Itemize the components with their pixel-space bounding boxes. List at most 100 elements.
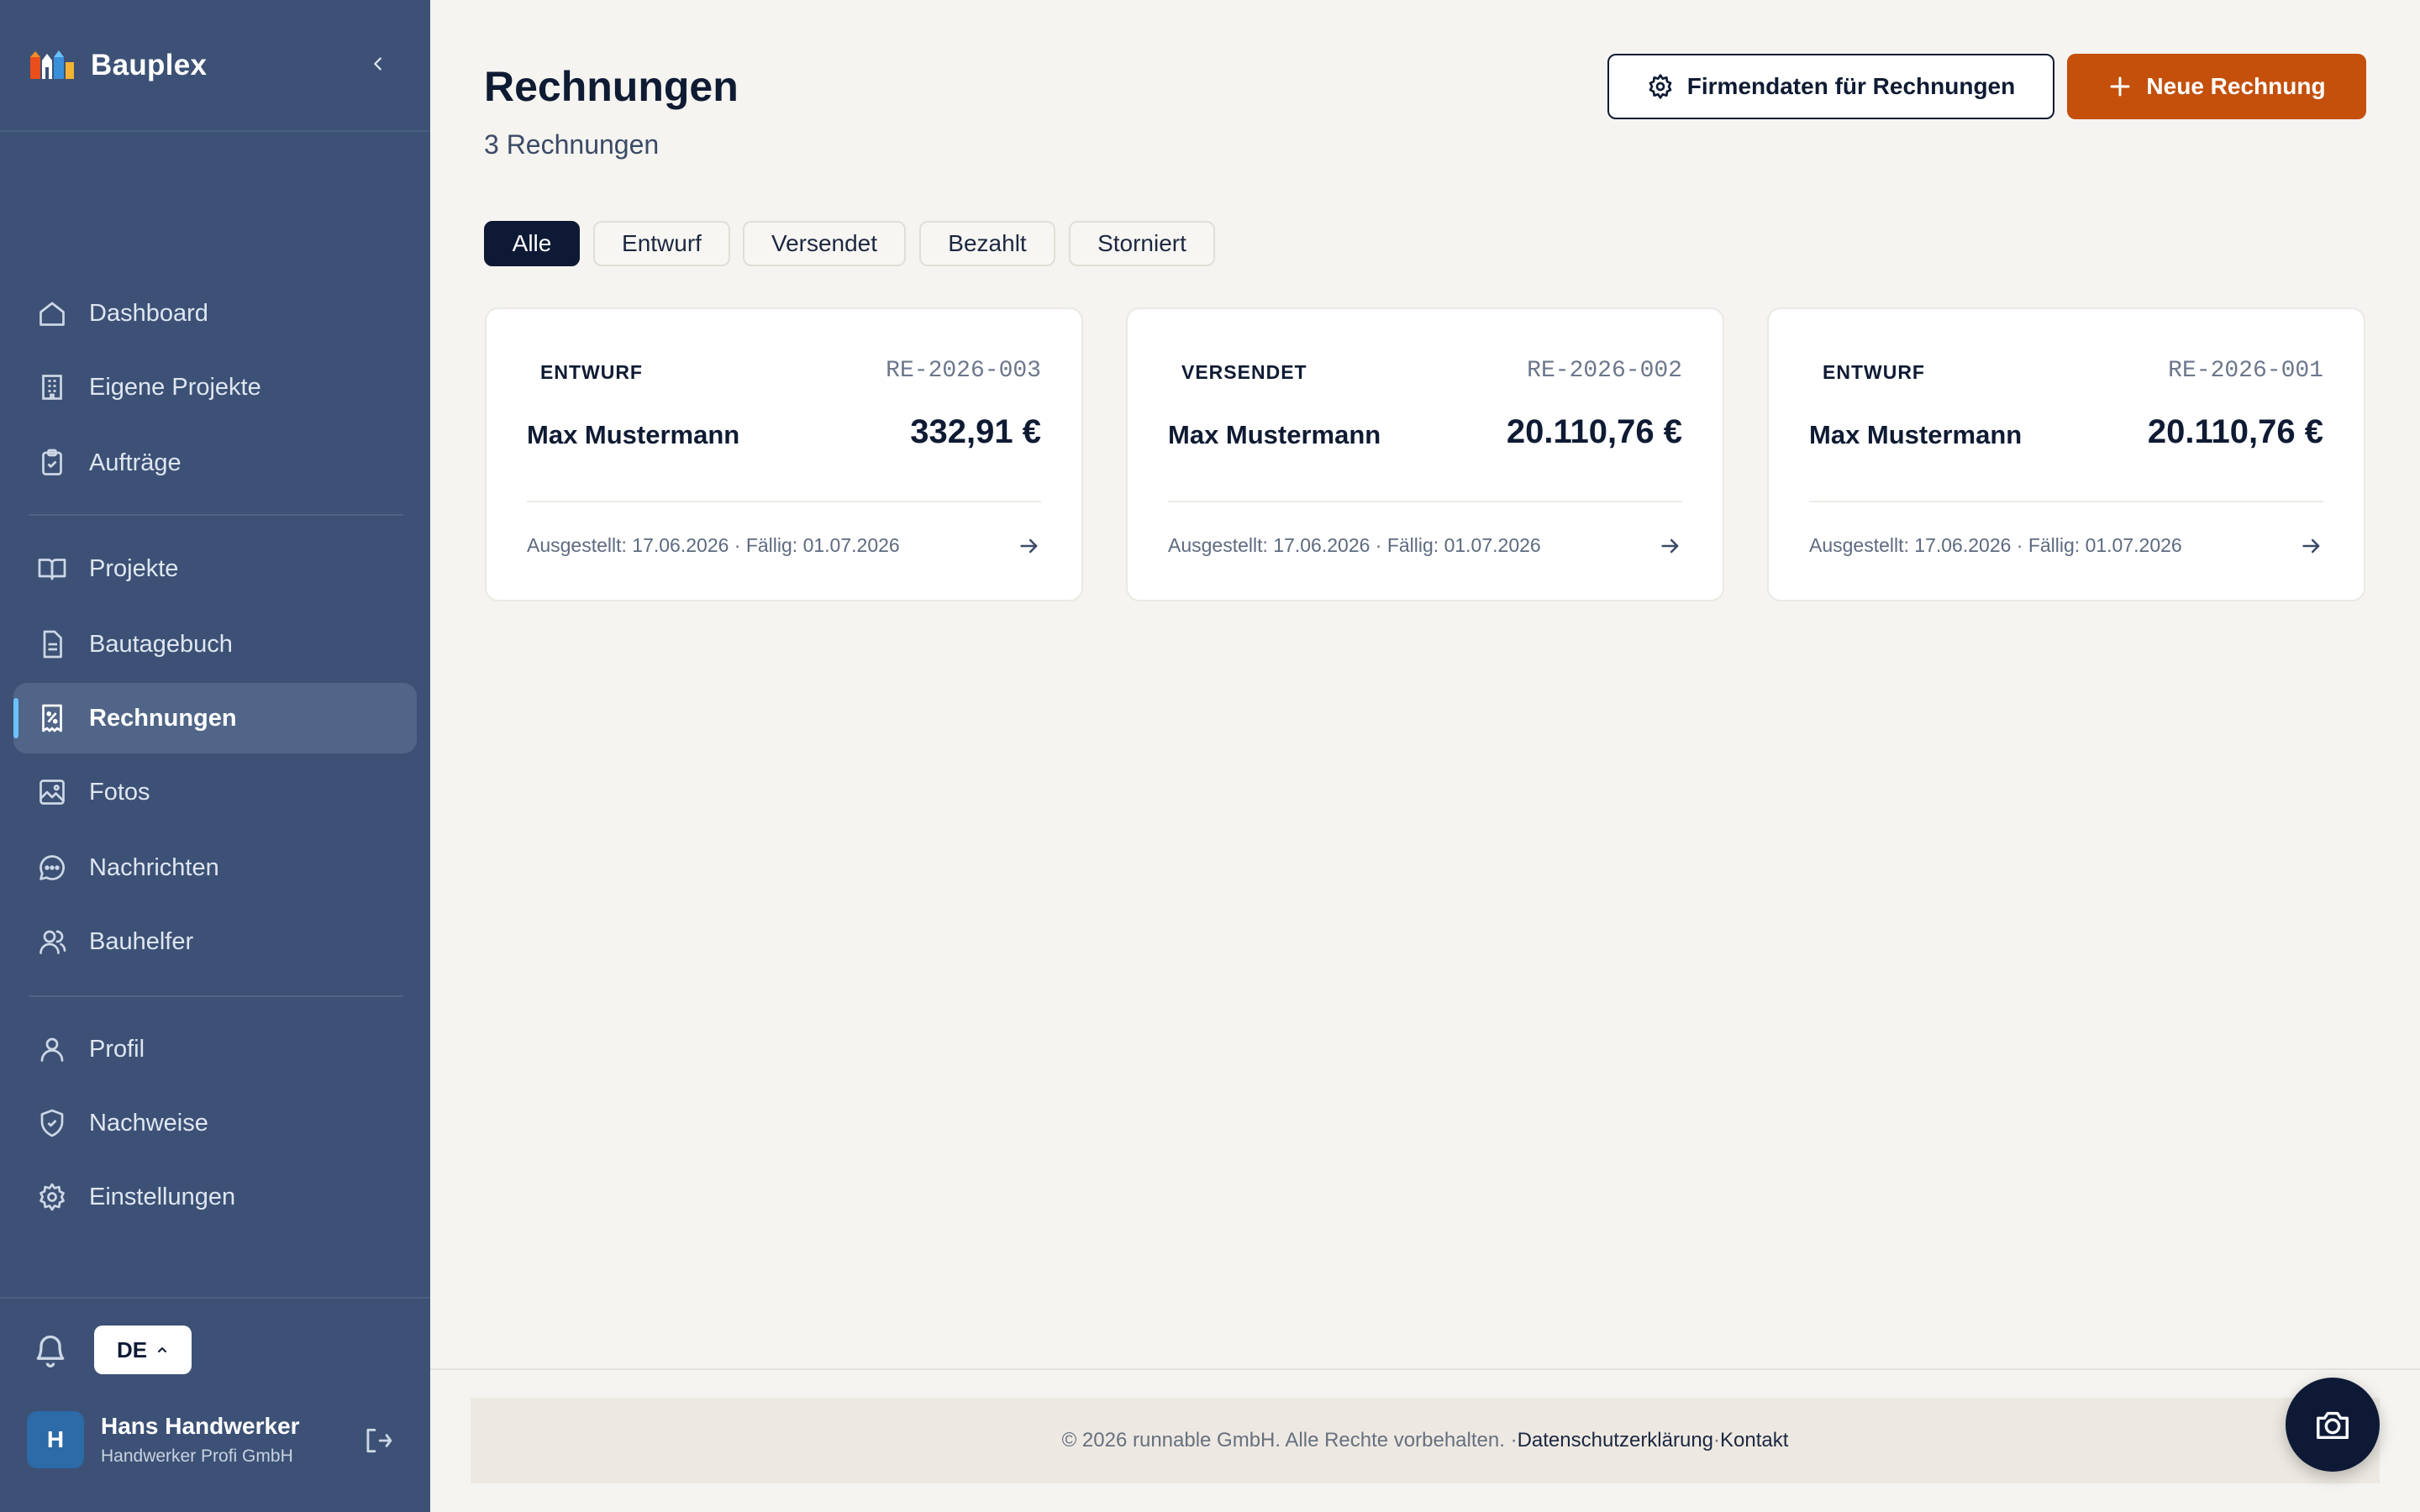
sidebar-footer: DE H Hans Handwerker Handwerker Profi Gm…: [0, 1297, 430, 1512]
invoice-number: RE-2026-002: [1527, 358, 1682, 384]
sidebar-item-nachrichten[interactable]: Nachrichten: [13, 832, 417, 903]
gear-icon: [1649, 74, 1672, 99]
logout-button[interactable]: [361, 1425, 395, 1458]
building-icon: [35, 370, 69, 404]
card-divider: [1168, 501, 1682, 502]
arrow-right-icon[interactable]: [1659, 534, 1682, 558]
sidebar-item-bauhelfer[interactable]: Bauhelfer: [13, 906, 417, 977]
chevron-up-icon: [158, 1347, 167, 1352]
filter-bezahlt[interactable]: Bezahlt: [919, 221, 1055, 266]
sidebar-item-bautagebuch[interactable]: Bautagebuch: [13, 609, 417, 680]
filter-storniert[interactable]: Storniert: [1069, 221, 1215, 266]
privacy-link[interactable]: Datenschutzerklärung: [1518, 1429, 1713, 1452]
sidebar-item-label: Eigene Projekte: [89, 373, 261, 401]
page-footer: © 2026 runnable GmbH. Alle Rechte vorbeh…: [471, 1398, 2380, 1483]
client-name: Max Mustermann: [1809, 420, 2023, 449]
users-icon: [35, 925, 69, 958]
company-data-button[interactable]: Firmendaten für Rechnungen: [1607, 54, 2054, 119]
card-divider: [1809, 501, 2323, 502]
file-text-icon: [35, 627, 69, 661]
sidebar-item-label: Aufträge: [89, 449, 182, 476]
shield-check-icon: [35, 1106, 69, 1140]
sidebar-item-profil[interactable]: Profil: [13, 1014, 417, 1084]
clipboard-check-icon: [35, 446, 69, 480]
avatar: H: [27, 1411, 84, 1468]
invoice-count: 3 Rechnungen: [484, 129, 660, 160]
notifications-button[interactable]: [32, 1332, 69, 1369]
sidebar-item-label: Einstellungen: [89, 1183, 236, 1210]
sidebar-item-rechnungen[interactable]: Rechnungen: [13, 683, 417, 753]
message-icon: [35, 851, 69, 885]
invoice-card[interactable]: ENTWURF RE-2026-003 Max Mustermann 332,9…: [485, 307, 1083, 601]
sidebar-item-fotos[interactable]: Fotos: [13, 757, 417, 827]
invoice-amount: 20.110,76 €: [1506, 413, 1682, 450]
invoice-number: RE-2026-003: [886, 358, 1041, 384]
sidebar-item-label: Dashboard: [89, 299, 208, 327]
user-icon: [35, 1032, 69, 1066]
new-invoice-button-label: Neue Rechnung: [2146, 73, 2326, 99]
language-label: DE: [116, 1336, 148, 1362]
sidebar-item-label: Rechnungen: [89, 704, 237, 732]
bell-icon: [36, 1335, 65, 1368]
contact-link[interactable]: Kontakt: [1720, 1429, 1788, 1452]
card-divider: [527, 501, 1041, 502]
filter-alle[interactable]: Alle: [484, 221, 580, 266]
chevron-left-icon: [374, 57, 381, 71]
user-name: Hans Handwerker: [101, 1413, 300, 1439]
invoice-amount: 332,91 €: [910, 413, 1041, 450]
camera-icon: [2317, 1411, 2349, 1440]
sidebar-item-label: Nachrichten: [89, 853, 219, 881]
receipt-icon: [35, 701, 69, 735]
user-company: Handwerker Profi GmbH: [101, 1446, 293, 1466]
sidebar-item-label: Profil: [89, 1035, 145, 1063]
invoice-dates: Ausgestellt: 17.06.2026 · Fällig: 01.07.…: [527, 534, 900, 556]
bauplex-logo-icon: [30, 50, 74, 79]
sidebar-item-label: Fotos: [89, 778, 150, 806]
user-info: Hans Handwerker Handwerker Profi GmbH: [101, 1413, 300, 1467]
collapse-sidebar-button[interactable]: [363, 49, 393, 79]
invoice-number: RE-2026-001: [2168, 358, 2323, 384]
logout-icon: [366, 1428, 392, 1453]
sidebar-item-einstellungen[interactable]: Einstellungen: [13, 1162, 417, 1232]
language-selector[interactable]: DE: [94, 1326, 192, 1374]
invoice-amount: 20.110,76 €: [2147, 413, 2323, 450]
main-content: Rechnungen 3 Rechnungen Firmendaten für …: [430, 0, 2420, 1512]
invoice-card[interactable]: VERSENDET RE-2026-002 Max Mustermann 20.…: [1126, 307, 1724, 601]
filter-entwurf[interactable]: Entwurf: [593, 221, 730, 266]
client-name: Max Mustermann: [1168, 420, 1381, 449]
brand-name: Bauplex: [91, 48, 208, 81]
footer-divider: [430, 1368, 2420, 1370]
brand-header: Bauplex: [0, 0, 430, 132]
arrow-right-icon[interactable]: [1018, 534, 1041, 558]
gear-icon: [35, 1180, 69, 1214]
sidebar-divider: [29, 514, 403, 516]
book-open-icon: [35, 552, 69, 585]
invoice-dates: Ausgestellt: 17.06.2026 · Fällig: 01.07.…: [1168, 534, 1541, 556]
invoice-card[interactable]: ENTWURF RE-2026-001 Max Mustermann 20.11…: [1767, 307, 2365, 601]
sidebar-item-label: Bautagebuch: [89, 630, 233, 658]
sidebar-item-auftraege[interactable]: Aufträge: [13, 428, 417, 498]
copyright-text: © 2026 runnable GmbH. Alle Rechte vorbeh…: [1061, 1429, 1518, 1452]
status-badge: VERSENDET: [1181, 361, 1307, 383]
home-icon: [35, 297, 69, 330]
sidebar-item-label: Bauhelfer: [89, 927, 194, 955]
user-profile[interactable]: H Hans Handwerker Handwerker Profi GmbH: [27, 1410, 403, 1470]
company-data-button-label: Firmendaten für Rechnungen: [1686, 73, 2016, 99]
footer-separator: ·: [1713, 1429, 1721, 1452]
filter-versendet[interactable]: Versendet: [743, 221, 906, 266]
sidebar-item-label: Projekte: [89, 554, 179, 582]
sidebar-item-projekte[interactable]: Projekte: [13, 533, 417, 604]
camera-button[interactable]: [2286, 1378, 2380, 1472]
sidebar-divider: [29, 995, 403, 997]
status-badge: ENTWURF: [540, 361, 643, 383]
sidebar-item-dashboard[interactable]: Dashboard: [13, 278, 417, 349]
arrow-right-icon[interactable]: [2300, 534, 2323, 558]
new-invoice-button[interactable]: Neue Rechnung: [2067, 54, 2366, 119]
sidebar-item-label: Nachweise: [89, 1109, 208, 1137]
sidebar-item-nachweise[interactable]: Nachweise: [13, 1088, 417, 1158]
image-icon: [35, 775, 69, 809]
sidebar: Bauplex Dashboard Eigene Projekte Aufträ…: [0, 0, 430, 1512]
status-badge: ENTWURF: [1823, 361, 1925, 383]
invoice-dates: Ausgestellt: 17.06.2026 · Fällig: 01.07.…: [1809, 534, 2182, 556]
sidebar-item-eigene-projekte[interactable]: Eigene Projekte: [13, 352, 417, 423]
